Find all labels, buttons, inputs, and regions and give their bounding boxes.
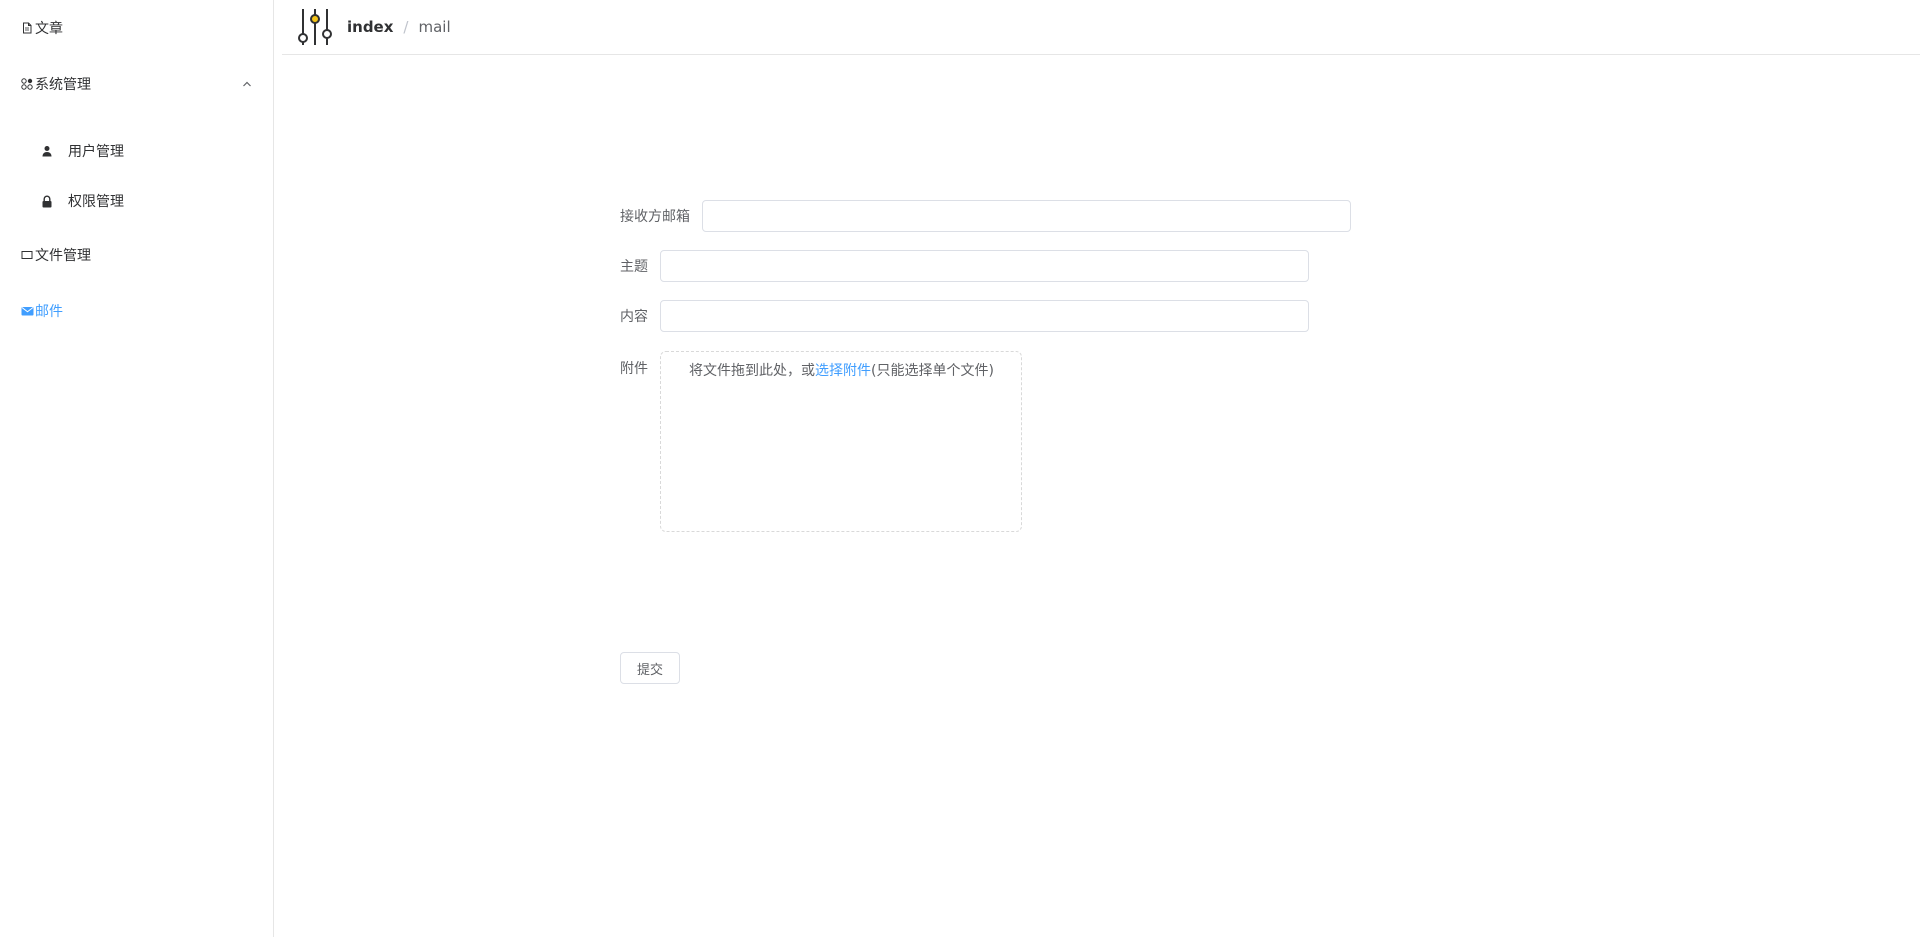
header: index / mail: [282, 0, 1920, 55]
upload-hint-suffix: (只能选择单个文件): [871, 363, 994, 379]
menu-item-label: 文件管理: [35, 248, 91, 264]
select-attachment-link[interactable]: 选择附件: [815, 363, 871, 379]
subject-label: 主题: [620, 259, 648, 275]
sidebar-item-label: 用户管理: [68, 144, 124, 160]
user-icon: [40, 144, 54, 158]
chevron-up-icon[interactable]: [241, 78, 253, 90]
logo-icon: [297, 7, 333, 47]
upload-hint: 将文件拖到此处，或选择附件(只能选择单个文件): [689, 360, 994, 380]
lock-icon: [40, 194, 54, 208]
recipient-label: 接收方邮箱: [620, 209, 690, 225]
menu-item-label: 系统管理: [35, 77, 91, 93]
menu-item-system-management[interactable]: 系统管理: [0, 56, 273, 112]
content-input[interactable]: [660, 300, 1309, 332]
menu-item-articles[interactable]: 文章: [0, 0, 273, 56]
sidebar-item-label: 权限管理: [68, 194, 124, 210]
form-row-content: 内容: [620, 300, 1309, 332]
breadcrumb-item-index[interactable]: index: [347, 18, 393, 36]
attachment-label: 附件: [620, 361, 648, 377]
form-row-recipient: 接收方邮箱: [620, 200, 1351, 232]
menu-item-label: 文章: [35, 21, 63, 37]
sidebar: 文章 系统管理 用户管理 权限管理 文件管理 邮件: [0, 0, 274, 937]
recipient-email-input[interactable]: [702, 200, 1351, 232]
attachment-dropzone[interactable]: 将文件拖到此处，或选择附件(只能选择单个文件): [660, 351, 1022, 532]
form-row-subject: 主题: [620, 250, 1309, 282]
menu-item-mail[interactable]: 邮件: [0, 283, 273, 339]
menu-item-label: 邮件: [35, 304, 63, 320]
sidebar-item-user-management[interactable]: 用户管理: [0, 126, 273, 176]
menu-item-file-management[interactable]: 文件管理: [0, 227, 273, 283]
subject-input[interactable]: [660, 250, 1309, 282]
breadcrumb-separator: /: [403, 18, 409, 36]
breadcrumb: index / mail: [347, 18, 451, 36]
sidebar-item-permission-management[interactable]: 权限管理: [0, 176, 273, 226]
submit-button[interactable]: 提交: [620, 652, 680, 684]
breadcrumb-item-current: mail: [418, 18, 451, 36]
content-label: 内容: [620, 309, 648, 325]
mail-icon: [20, 304, 34, 318]
upload-hint-prefix: 将文件拖到此处，或: [689, 363, 815, 379]
grid-icon: [20, 77, 34, 91]
form-row-attachment: 附件: [620, 358, 648, 378]
document-icon: [20, 21, 34, 35]
folder-icon: [20, 248, 34, 262]
